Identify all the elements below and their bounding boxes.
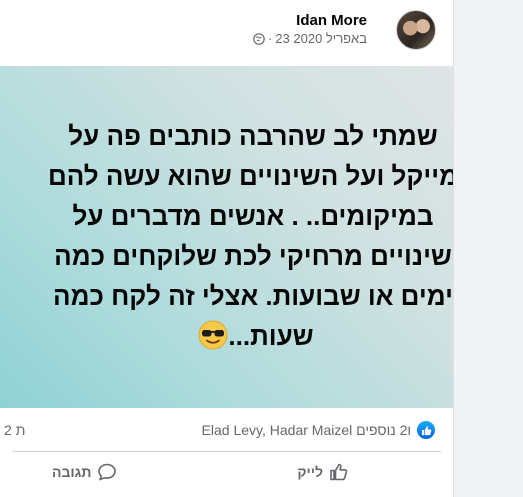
post-line-last: שעות... — [13, 316, 453, 356]
post-line: ימים או שבועות. אצלי זה לקח כמה — [53, 281, 453, 311]
post-text: שמתי לב שהרבה כותבים פה על מייקל ועל השי… — [13, 116, 453, 356]
post-line: שינויים מרחיקי לכת שלוקחים כמה — [54, 241, 452, 271]
sunglasses-emoji — [198, 320, 228, 350]
post-meta: · 23 באפריל 2020 — [253, 31, 367, 46]
post-line: מייקל ועל השינויים שהוא עשה להם — [48, 161, 453, 191]
like-reaction-icon — [417, 421, 435, 439]
thumbs-up-icon — [329, 462, 349, 482]
post-date[interactable]: 23 באפריל 2020 — [275, 31, 367, 46]
reactions-names[interactable]: Elad Levy, Hadar Maizel ו2 נוספים — [202, 422, 411, 438]
like-label: לייק — [297, 464, 323, 480]
comments-count[interactable]: 2 ת — [4, 422, 25, 438]
comment-button[interactable]: תגובה — [52, 458, 117, 486]
like-button[interactable]: לייק — [297, 458, 349, 486]
comment-icon — [97, 462, 117, 482]
post-line: במיקומים.. . אנשים מדברים על — [72, 201, 434, 231]
globe-icon — [253, 32, 265, 45]
post-background: שמתי לב שהרבה כותבים פה על מייקל ועל השי… — [0, 66, 453, 408]
post-line: שמתי לב שהרבה כותבים פה על — [68, 121, 438, 151]
action-divider — [12, 451, 441, 452]
post-card: Idan More · 23 באפריל 2020 שמתי לב שהרבה… — [0, 0, 454, 497]
post-line: שעות... — [228, 321, 314, 351]
comment-label: תגובה — [52, 464, 92, 480]
meta-separator: · — [267, 31, 273, 46]
author-avatar[interactable] — [396, 10, 436, 50]
reactions-summary[interactable]: Elad Levy, Hadar Maizel ו2 נוספים — [202, 421, 435, 439]
author-name[interactable]: Idan More — [296, 12, 367, 29]
